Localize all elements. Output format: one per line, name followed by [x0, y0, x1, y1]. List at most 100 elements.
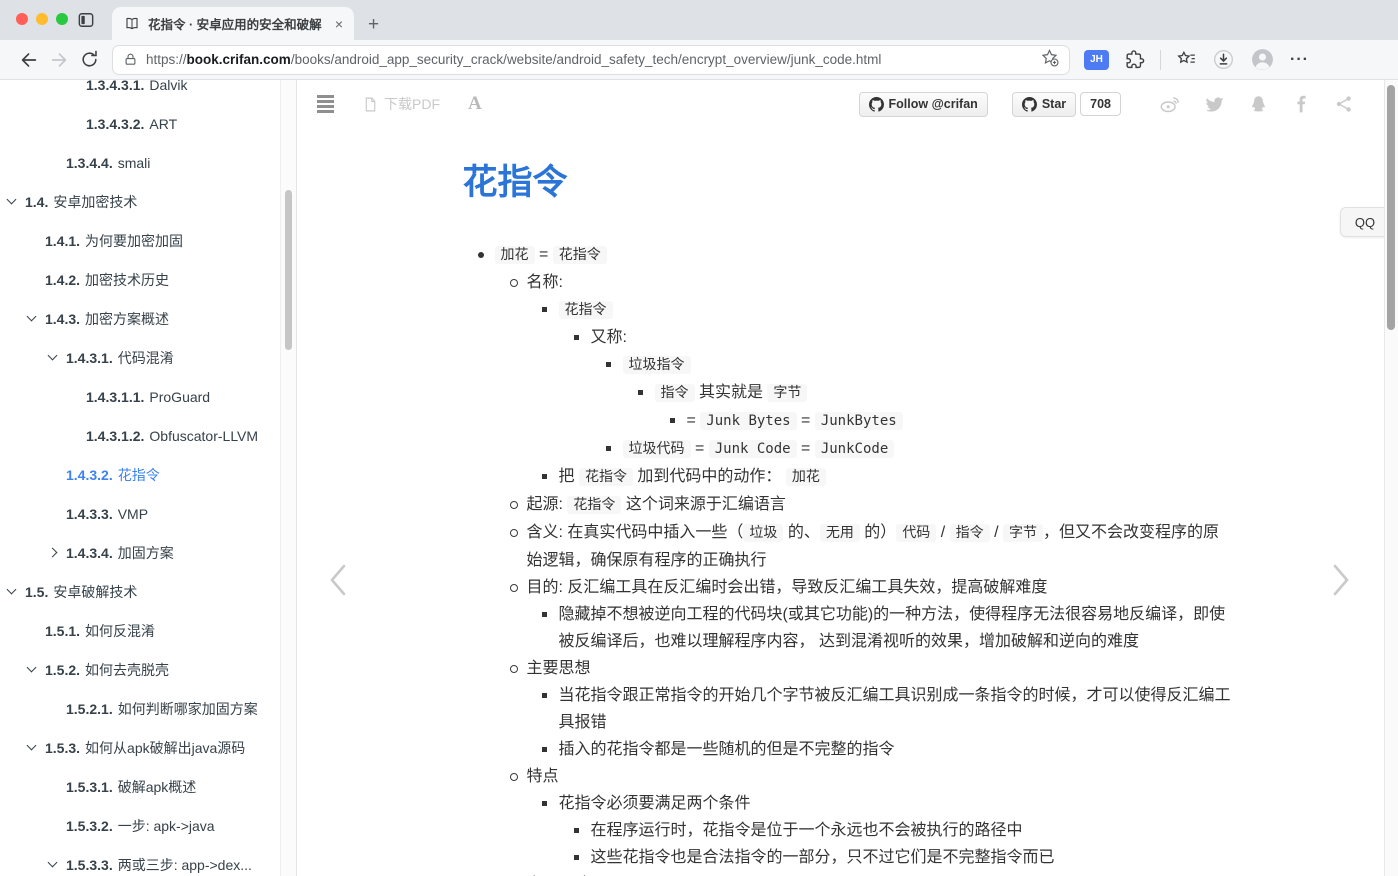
- more-menu-icon[interactable]: ···: [1290, 51, 1309, 69]
- sidebar-item-number: 1.3.4.4.: [66, 154, 113, 171]
- sidebar-item-number: 1.5.3.2.: [66, 817, 113, 834]
- sidebar-item-1-5-3-1[interactable]: 1.5.3.1. 破解apk概述: [0, 767, 296, 806]
- extension-jh-badge[interactable]: JH: [1084, 49, 1109, 70]
- sidebar-item-1-3-4-4[interactable]: 1.3.4.4. smali: [0, 143, 296, 182]
- back-button[interactable]: [14, 45, 44, 75]
- weibo-icon[interactable]: [1159, 93, 1181, 115]
- sidebar-item-1-3-4-3-2[interactable]: 1.3.4.3.2. ART: [0, 104, 296, 143]
- list-item: 把 花指令 加到代码中的动作： 加花: [541, 463, 1233, 491]
- tab-close-icon[interactable]: ×: [332, 16, 346, 32]
- chevron-down-icon[interactable]: [26, 740, 37, 751]
- sidebar-item-1-5-3-3[interactable]: 1.5.3.3. 两或三步: app->dex...: [0, 845, 296, 876]
- sidebar-item-1-4-3-1[interactable]: 1.4.3.1. 代码混淆: [0, 338, 296, 377]
- sidebar-item-1-4-3-1-1[interactable]: 1.4.3.1.1. ProGuard: [0, 377, 296, 416]
- sidebar-item-1-4-3-1-2[interactable]: 1.4.3.1.2. Obfuscator-LLVM: [0, 416, 296, 455]
- prev-page-chevron[interactable]: [327, 560, 349, 605]
- text-run: 目的: 反汇编工具在反汇编时会出错，导致反汇编工具失效，提高破解难度: [526, 579, 1048, 596]
- extensions-puzzle-icon[interactable]: [1124, 49, 1145, 70]
- github-star-button[interactable]: Star: [1011, 91, 1077, 117]
- sidebar-item-1-4-3-2[interactable]: 1.4.3.2. 花指令: [0, 455, 296, 494]
- sidebar-item-label: Obfuscator-LLVM: [149, 427, 259, 444]
- content-list: 又称: 垃圾指令 指令 其实就是 字节 = Junk Bytes = JunkByte…: [559, 324, 1233, 463]
- qq-icon[interactable]: [1248, 94, 1269, 115]
- sidebar-scrollbar-thumb[interactable]: [285, 190, 292, 350]
- list-item: 这些花指令也是合法指令的一部分，只不过它们是不完整指令而已: [573, 844, 1233, 871]
- text-run: =: [686, 412, 701, 429]
- sidebar-item-number: 1.4.3.: [45, 310, 81, 327]
- window-close-button[interactable]: [16, 13, 28, 25]
- toolbar-right: Follow @crifan Star 708: [858, 91, 1354, 117]
- sidebar-item-label: VMP: [117, 505, 149, 522]
- page-scrollbar-track: [1384, 80, 1398, 876]
- sidebar-item-1-4-1[interactable]: 1.4.1. 为何要加密加固: [0, 221, 296, 260]
- text-run: 在程序运行时，花指令是位于一个永远也不会被执行的路径中: [590, 822, 1023, 839]
- text-run: 特点: [526, 768, 559, 785]
- sidebar-item-label: 破解apk概述: [117, 778, 197, 795]
- window-zoom-button[interactable]: [56, 13, 68, 25]
- chevron-down-icon[interactable]: [26, 311, 37, 322]
- text-run: 起源:: [526, 496, 568, 513]
- sidebar-item-number: 1.5.1.: [45, 622, 81, 639]
- sidebar-item-label: 加密方案概述: [85, 310, 170, 327]
- sidebar-item-1-4-2[interactable]: 1.4.2. 加密技术历史: [0, 260, 296, 299]
- chevron-down-icon[interactable]: [47, 350, 58, 361]
- downloads-icon[interactable]: [1212, 48, 1235, 71]
- chevron-down-icon[interactable]: [26, 662, 37, 673]
- share-icon[interactable]: [1334, 94, 1354, 114]
- next-page-chevron[interactable]: [1330, 560, 1352, 605]
- font-settings-button[interactable]: A: [468, 93, 482, 115]
- sidebar-item-1-5-1[interactable]: 1.5.1. 如何反混淆: [0, 611, 296, 650]
- twitter-icon[interactable]: [1204, 94, 1225, 115]
- facebook-icon[interactable]: [1292, 95, 1311, 114]
- new-tab-button[interactable]: +: [368, 15, 379, 34]
- toggle-sidebar-icon[interactable]: [317, 95, 334, 113]
- sidebar-item-1-5-2-1[interactable]: 1.5.2.1. 如何判断哪家加固方案: [0, 689, 296, 728]
- sidebar-item-label: 如何反混淆: [85, 622, 156, 639]
- github-follow-button[interactable]: Follow @crifan: [858, 91, 988, 117]
- tab-overview-icon[interactable]: [76, 10, 96, 35]
- book-toolbar: 下载PDF A Follow @crifan Star 708: [297, 80, 1398, 128]
- tab-strip: 花指令 · 安卓应用的安全和破解 × +: [0, 0, 1398, 40]
- sidebar-item-number: 1.4.3.4.: [66, 544, 113, 561]
- sidebar-item-1-5-2[interactable]: 1.5.2. 如何去壳脱壳: [0, 650, 296, 689]
- chevron-down-icon[interactable]: [6, 194, 17, 205]
- favorites-collections-icon[interactable]: [1176, 49, 1197, 70]
- page-body: 加花 = 花指令 名称: 花指令 又称: 垃圾指令 指令 其实就是 字节 = Junk By…: [463, 241, 1233, 876]
- reload-button[interactable]: [74, 45, 104, 75]
- qq-side-button[interactable]: QQ: [1340, 207, 1390, 237]
- add-favorite-icon[interactable]: [1040, 48, 1059, 72]
- sidebar-item-1-4-3[interactable]: 1.4.3. 加密方案概述: [0, 299, 296, 338]
- content-list: 加花 = 花指令 名称: 花指令 又称: 垃圾指令 指令 其实就是 字节 = Junk By…: [463, 241, 1233, 876]
- sidebar-item-number: 1.5.2.: [45, 661, 81, 678]
- sidebar-item-1-5-3[interactable]: 1.5.3. 如何从apk破解出java源码: [0, 728, 296, 767]
- sidebar-item-1-4-3-4[interactable]: 1.4.3.4. 加固方案: [0, 533, 296, 572]
- sidebar-item-number: 1.4.2.: [45, 271, 81, 288]
- window-minimize-button[interactable]: [36, 13, 48, 25]
- text-run: 的）: [859, 524, 897, 541]
- text-run: /: [989, 524, 1003, 541]
- social-icons: [1159, 93, 1354, 115]
- list-item: 垃圾指令 指令 其实就是 字节 = Junk Bytes = JunkBytes: [605, 351, 1233, 435]
- favicon-book-icon: [124, 16, 140, 32]
- forward-button[interactable]: [44, 45, 74, 75]
- sidebar-item-1-5[interactable]: 1.5. 安卓破解技术: [0, 572, 296, 611]
- sidebar-item-number: 1.4.3.3.: [66, 505, 113, 522]
- sidebar-item-label: 为何要加密加固: [85, 232, 184, 249]
- download-pdf-button[interactable]: 下载PDF: [362, 94, 440, 114]
- url-bar[interactable]: https://book.crifan.com/books/android_ap…: [112, 44, 1070, 75]
- sidebar-item-1-3-4-3-1[interactable]: 1.3.4.3.1. Dalvik: [0, 80, 296, 104]
- list-item: 隐藏掉不想被逆向工程的代码块(或其它功能)的一种方法，使得程序无法很容易地反编译…: [541, 601, 1233, 655]
- github-star-count[interactable]: 708: [1080, 92, 1121, 116]
- sidebar-item-label: smali: [117, 154, 151, 171]
- chevron-down-icon[interactable]: [47, 857, 58, 868]
- inline-code: Junk Bytes: [700, 412, 797, 430]
- sidebar-item-1-4-3-3[interactable]: 1.4.3.3. VMP: [0, 494, 296, 533]
- sidebar-item-1-4[interactable]: 1.4. 安卓加密技术: [0, 182, 296, 221]
- sidebar-item-1-5-3-2[interactable]: 1.5.3.2. 一步: apk->java: [0, 806, 296, 845]
- browser-tab[interactable]: 花指令 · 安卓应用的安全和破解 ×: [112, 7, 354, 40]
- profile-avatar[interactable]: [1250, 47, 1275, 72]
- chevron-down-icon[interactable]: [6, 584, 17, 595]
- list-item: 目的: 反汇编工具在反汇编时会出错，导致反汇编工具失效，提高破解难度隐藏掉不想被…: [509, 574, 1233, 655]
- page-scrollbar-thumb[interactable]: [1387, 85, 1395, 330]
- chevron-right-icon[interactable]: [47, 547, 58, 558]
